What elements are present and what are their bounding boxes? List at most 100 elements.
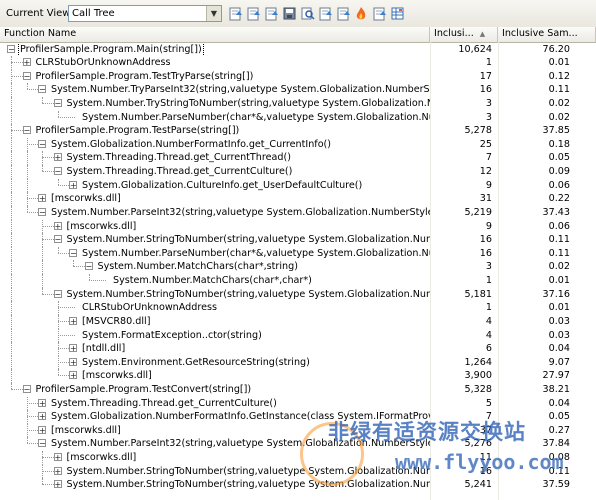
copy-icon[interactable] [246,6,261,21]
tree-row[interactable]: − System.Number.TryParseInt32(string,valu… [0,83,596,97]
column-header-label: Inclusi... [434,28,474,39]
inclusive-percent-cell: 0.03 [548,329,570,341]
tree-row[interactable]: + [mscorwks.dll] 37 0.27 [0,423,596,438]
expand-icon[interactable]: + [69,316,77,325]
export-icon[interactable] [228,6,243,21]
tree-row[interactable]: − ProfilerSample.Program.TestConvert(stri… [0,383,596,397]
expand-icon[interactable]: + [69,357,77,366]
tree-guide-line [42,260,43,275]
current-view-value: Call Tree [72,8,115,19]
sheet-icon[interactable] [390,6,405,21]
tree-row[interactable]: − System.Number.ParseNumber(char*&,valuet… [0,246,596,261]
expand-icon[interactable]: + [53,453,62,462]
collapse-icon[interactable]: − [69,248,77,257]
tree-guide-line [57,314,59,329]
expand-icon[interactable]: + [38,194,46,203]
tree-row[interactable]: System.FormatException..ctor(string) 4 0.0… [0,328,596,343]
tree-row-name-cell: − ProfilerSample.Program.TestConvert(stri… [0,383,430,397]
expand-icon[interactable]: + [53,221,62,230]
tree-row[interactable]: + [mscorwks.dll] 9 0.06 [0,219,596,234]
tree-row[interactable]: + [mscorwks.dll] 11 0.08 [0,451,596,465]
collapse-icon[interactable]: − [38,85,46,94]
chevron-down-icon[interactable]: ▼ [206,6,221,21]
tree-row[interactable]: + System.Globalization.CultureInfo.get_Us… [0,178,596,193]
expand-icon[interactable]: + [53,466,62,475]
tree-guide-line [11,314,12,329]
tree-row[interactable]: + System.Number.StringToNumber(string,val… [0,464,596,479]
settings-icon[interactable] [336,6,351,21]
collapse-icon[interactable]: − [84,262,93,271]
tree-row[interactable]: System.Number.ParseNumber(char*&,valuety… [0,110,596,125]
collapse-icon[interactable]: − [7,44,15,53]
inclusive-percent-cell: 0.05 [548,152,570,164]
expand-icon[interactable]: + [38,412,46,421]
expand-icon[interactable]: + [53,480,62,489]
expand-icon[interactable]: + [53,153,62,162]
tree-row[interactable]: + [mscorwks.dll] 3,900 27.97 [0,369,596,383]
collapse-icon[interactable]: − [38,439,46,448]
tree-row[interactable]: − System.Number.StringToNumber(string,val… [0,233,596,247]
tree-row[interactable]: − System.Number.MatchChars(char*,string) 3… [0,260,596,275]
column-header-inclusive[interactable]: Inclusi... ▲ [430,27,498,42]
collapse-icon[interactable]: − [53,98,62,107]
tree-row[interactable]: − System.Threading.Thread.get_CurrentCult… [0,165,596,179]
inclusive-samples-cell: 5,181 [464,288,492,300]
function-name: System.Number.TryParseInt32(string,value… [51,84,430,96]
current-view-select[interactable]: Call Tree ▼ [68,5,222,22]
expand-icon[interactable]: + [22,58,31,67]
inclusive-samples-cell: 5 [485,397,492,409]
inclusive-percent-cell: 0.01 [548,302,570,314]
tree-row[interactable]: − System.Number.TryStringToNumber(string,… [0,96,596,111]
column-header-function-name[interactable]: Function Name [0,27,430,42]
tree-row[interactable]: − System.Globalization.NumberFormatInfo.g… [0,137,596,152]
expand-icon[interactable]: + [38,425,46,434]
tree-guide-line [11,165,12,179]
flame-icon[interactable] [354,6,369,21]
tree-row[interactable]: − System.Number.StringToNumber(string,val… [0,287,596,302]
collapse-icon[interactable]: − [38,207,46,216]
tree-row[interactable]: + System.Threading.Thread.get_CurrentThre… [0,151,596,166]
tree-row-name-cell: − ProfilerSample.Program.Main(string[]) [0,42,430,57]
inclusive-samples-cell: 11 [479,452,492,464]
collapse-icon[interactable]: − [38,139,46,148]
collapse-icon[interactable]: − [22,385,31,394]
tree-row-name-cell: − System.Number.ParseInt32(string,valuety… [0,437,430,451]
collapse-icon[interactable]: − [53,289,62,298]
expand-icon[interactable]: + [69,344,77,353]
tree-row[interactable]: + [ntdll.dll] 6 0.04 [0,342,596,356]
tree-row[interactable]: + System.Number.StringToNumber(string,val… [0,478,596,492]
tree-row[interactable]: + [mscorwks.dll] 31 0.22 [0,192,596,206]
tree-row[interactable]: + System.Environment.GetResourceString(st… [0,355,596,370]
tree-row[interactable]: − System.Number.ParseInt32(string,valuety… [0,205,596,220]
tree-row[interactable]: − ProfilerSample.Program.Main(string[]) 10… [0,42,596,57]
find-icon[interactable] [300,6,315,21]
tree-guide-line [42,96,43,103]
save-icon[interactable] [282,6,297,21]
tree-row-name-cell: + [MSVCR80.dll] [0,314,430,329]
tree-row[interactable]: − ProfilerSample.Program.TestTryParse(str… [0,69,596,84]
tree-row[interactable]: + System.Threading.Thread.get_CurrentCult… [0,396,596,411]
inclusive-samples-cell: 3,900 [464,370,492,382]
column-header-inclusive-percent[interactable]: Inclusive Sam... [498,27,596,42]
tree-connector [57,320,69,322]
inclusive-samples-cell: 3 [485,97,492,109]
tree-row[interactable]: − ProfilerSample.Program.TestParse(string… [0,124,596,138]
collapse-icon[interactable]: − [22,126,31,135]
tree-row[interactable]: + System.Globalization.NumberFormatInfo.G… [0,410,596,424]
collapse-icon[interactable]: − [22,71,31,80]
tree-row[interactable]: CLRStubOrUnknownAddress 1 0.01 [0,301,596,315]
function-name: ProfilerSample.Program.TestConvert(strin… [35,384,252,395]
filter-icon[interactable] [318,6,333,21]
extract-icon[interactable] [372,6,387,21]
expand-icon[interactable]: + [69,180,77,189]
copy-stack-icon[interactable] [264,6,279,21]
tree-row[interactable]: System.Number.MatchChars(char*,char*) 1 0.… [0,274,596,288]
tree-row[interactable]: + [MSVCR80.dll] 4 0.03 [0,314,596,329]
tree-row[interactable]: + CLRStubOrUnknownAddress 1 0.01 [0,56,596,70]
inclusive-percent-cell: 0.11 [548,234,570,246]
collapse-icon[interactable]: − [53,167,62,176]
expand-icon[interactable]: + [38,398,46,407]
expand-icon[interactable]: + [69,371,77,380]
tree-row[interactable]: − System.Number.ParseInt32(string,valuety… [0,437,596,451]
collapse-icon[interactable]: − [53,235,62,244]
